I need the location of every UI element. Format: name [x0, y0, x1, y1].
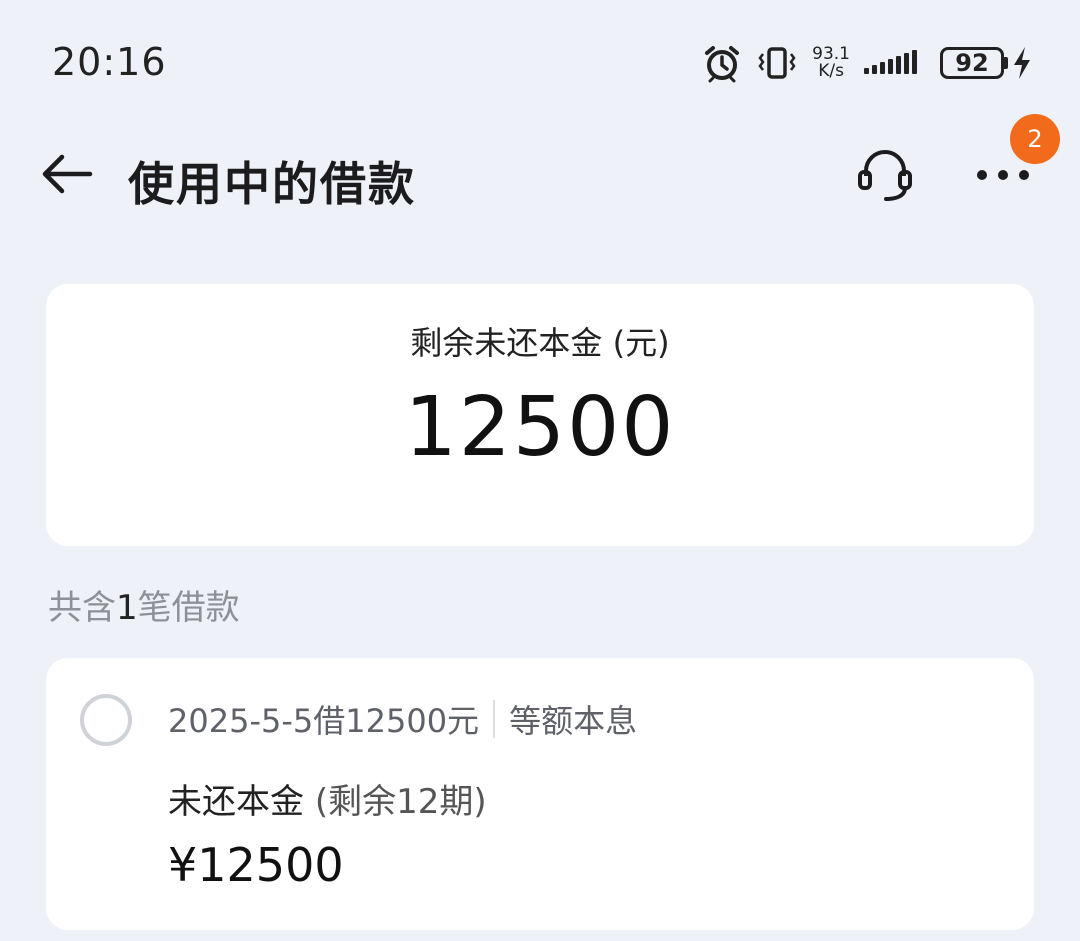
signal-icon — [864, 50, 917, 74]
loan-date-amount: 2025-5-5借12500元 — [168, 702, 480, 740]
customer-service-headset-icon[interactable] — [856, 146, 914, 204]
back-arrow-icon[interactable] — [40, 152, 94, 196]
status-bar: 20:16 93.1 K/s 92 — [0, 0, 1080, 120]
alarm-icon — [705, 46, 740, 83]
network-speed-unit: K/s — [818, 61, 844, 81]
remaining-label-text: 未还本金 — [168, 782, 304, 822]
page-title: 使用中的借款 — [128, 157, 416, 211]
battery-indicator: 92 — [940, 46, 1032, 80]
summary-label: 剩余未还本金 (元) — [410, 324, 670, 362]
vibrate-icon — [758, 47, 796, 79]
nav-header: 使用中的借款 2 — [0, 114, 1080, 220]
status-icons: 93.1 K/s 92 — [702, 40, 1032, 86]
loan-count-prefix: 共含 — [48, 588, 116, 628]
loan-remaining-amount: ¥12500 — [168, 838, 344, 892]
charging-bolt-icon — [1014, 47, 1030, 79]
loan-count-suffix: 笔借款 — [137, 588, 240, 628]
loan-item-card[interactable]: 2025-5-5借12500元 等额本息 未还本金 (剩余12期) ¥12500 — [46, 658, 1034, 930]
loan-count-number: 1 — [116, 588, 138, 628]
remaining-periods: (剩余12期) — [314, 782, 487, 822]
loan-select-radio[interactable] — [80, 694, 132, 746]
repayment-method: 等额本息 — [509, 702, 638, 740]
loan-meta: 2025-5-5借12500元 等额本息 — [168, 696, 637, 742]
notification-badge: 2 — [1010, 114, 1060, 164]
meta-divider — [493, 700, 496, 738]
principal-summary-card: 剩余未还本金 (元) 12500 — [46, 284, 1034, 546]
status-time: 20:16 — [52, 40, 167, 84]
battery-level: 92 — [940, 47, 1004, 79]
battery-tip — [1004, 57, 1008, 69]
network-speed: 93.1 K/s — [812, 46, 850, 80]
summary-amount: 12500 — [404, 380, 676, 475]
more-options-icon[interactable] — [974, 160, 1032, 190]
remaining-principal-label: 未还本金 (剩余12期) — [168, 774, 487, 823]
loan-count-text: 共含1笔借款 — [48, 580, 240, 629]
screen: 20:16 93.1 K/s 92 使用中的借款 2 剩余未还本金 (元) 12… — [0, 0, 1080, 941]
